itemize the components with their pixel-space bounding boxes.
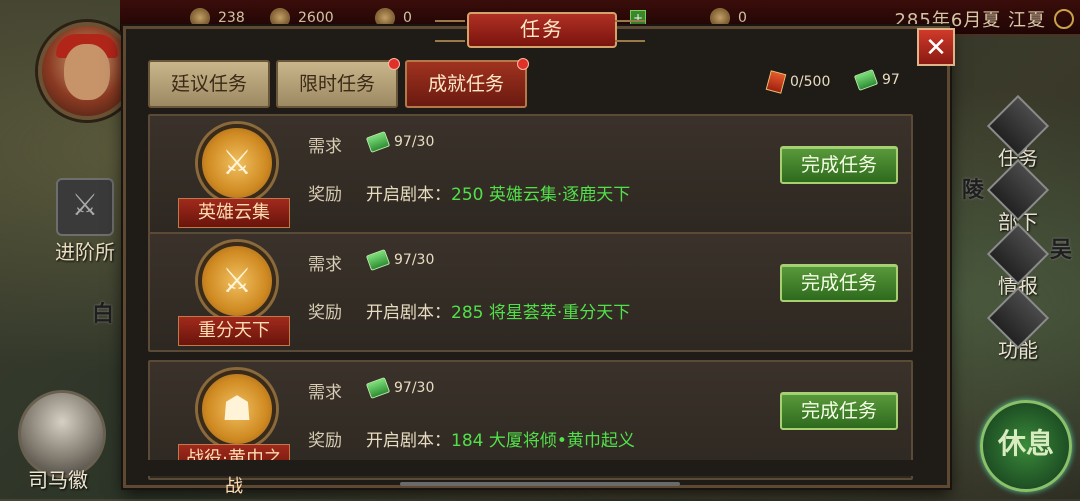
crossed-swords-icon: ⚔: [198, 124, 276, 202]
resource-value: 2600: [298, 10, 334, 26]
close-button[interactable]: ✕: [917, 28, 955, 66]
list-clip: [148, 460, 913, 476]
jade-icon: [365, 377, 391, 399]
jade-count: 97: [882, 72, 900, 88]
reward-prefix: 开启剧本：: [366, 185, 451, 205]
reward-text: 184 大厦将倾•黄巾起义: [451, 431, 635, 451]
crossed-swords-icon: ⚔: [56, 178, 114, 236]
reward-text: 250 英雄云集·逐鹿天下: [451, 185, 631, 205]
medal-glyph: ⚔: [221, 143, 253, 183]
dialog-title-bar: 任务: [435, 8, 645, 48]
gold-icon: [375, 8, 395, 28]
medal-glyph: ☗: [221, 389, 253, 429]
player-avatar[interactable]: [38, 22, 136, 120]
avatar-face: [64, 44, 110, 100]
notification-dot: [517, 58, 529, 70]
requirement-value: 97/30: [365, 131, 435, 153]
resource-value: 238: [218, 10, 245, 26]
requirement-label: 需求: [308, 383, 342, 403]
tab-label: 成就任务: [427, 73, 504, 95]
ornament: [435, 20, 465, 42]
map-city-label[interactable]: 白: [92, 296, 114, 328]
reward-prefix: 开启剧本：: [366, 303, 451, 323]
scroll-counter: 0/500: [765, 70, 831, 94]
advance-button[interactable]: ⚔ 进阶所: [48, 178, 122, 265]
gem-icon: [710, 8, 730, 28]
crossed-swords-icon: ⚔: [198, 242, 276, 320]
resource-value: 0: [403, 10, 412, 26]
troops-icon: [270, 8, 290, 28]
map-city-label[interactable]: 陵: [962, 172, 984, 204]
resource-troops[interactable]: 2600: [270, 8, 334, 28]
jade-icon: [853, 69, 879, 91]
scroll-icon: [765, 70, 787, 94]
warrior-helmet-icon: ☗: [198, 370, 276, 448]
task-name: 重分天下: [178, 316, 290, 346]
food-icon: [190, 8, 210, 28]
resource-gem[interactable]: 0: [710, 8, 747, 28]
complete-task-button[interactable]: 完成任务: [780, 392, 898, 430]
complete-task-button[interactable]: 完成任务: [780, 146, 898, 184]
reward-label: 奖励: [308, 431, 342, 451]
resource-food[interactable]: 238: [190, 8, 245, 28]
tab-achievement-tasks[interactable]: 成就任务: [405, 58, 529, 108]
rest-button[interactable]: 休息: [980, 400, 1072, 492]
requirement-count: 97/30: [394, 252, 435, 268]
resource-gold[interactable]: 0: [375, 8, 412, 28]
jade-icon: [365, 249, 391, 271]
advisor-name: 司马徽: [28, 468, 88, 492]
reward-value: 开启剧本：184 大厦将倾•黄巾起义: [366, 426, 635, 451]
notification-dot: [388, 58, 400, 70]
reward-prefix: 开启剧本：: [366, 431, 451, 451]
reward-text: 285 将星荟萃·重分天下: [451, 303, 631, 323]
requirement-label: 需求: [308, 255, 342, 275]
tab-timed-tasks[interactable]: 限时任务: [276, 58, 400, 108]
jade-icon: [365, 131, 391, 153]
requirement-count: 97/30: [394, 134, 435, 150]
tab-court-tasks[interactable]: 廷议任务: [148, 60, 270, 108]
medal-glyph: ⚔: [221, 261, 253, 301]
rest-label: 休息: [997, 427, 1054, 460]
requirement-label: 需求: [308, 137, 342, 157]
requirement-count: 97/30: [394, 380, 435, 396]
season-icon[interactable]: [1054, 9, 1074, 29]
scroll-count: 0/500: [790, 74, 831, 90]
advance-label: 进阶所: [55, 240, 115, 264]
jade-counter: 97: [853, 69, 900, 91]
task-card: ⚔ 英雄云集 需求 97/30 奖励 开启剧本：250 英雄云集·逐鹿天下 完成…: [148, 114, 913, 234]
tab-label: 廷议任务: [170, 73, 247, 95]
menu-functions[interactable]: 功能: [986, 286, 1050, 363]
task-card: ⚔ 重分天下 需求 97/30 奖励 开启剧本：285 将星荟萃·重分天下 完成…: [148, 232, 913, 352]
resource-value: 0: [738, 10, 747, 26]
map-city-label[interactable]: 吴: [1050, 232, 1072, 264]
reward-value: 开启剧本：285 将星荟萃·重分天下: [366, 298, 630, 323]
scrollbar[interactable]: [400, 482, 680, 486]
dialog-title: 任务: [467, 12, 617, 48]
reward-label: 奖励: [308, 303, 342, 323]
requirement-value: 97/30: [365, 249, 435, 271]
ornament: [615, 20, 645, 42]
reward-label: 奖励: [308, 185, 342, 205]
tab-label: 限时任务: [298, 73, 375, 95]
task-name: 英雄云集: [178, 198, 290, 228]
complete-task-button[interactable]: 完成任务: [780, 264, 898, 302]
reward-value: 开启剧本：250 英雄云集·逐鹿天下: [366, 180, 630, 205]
requirement-value: 97/30: [365, 377, 435, 399]
